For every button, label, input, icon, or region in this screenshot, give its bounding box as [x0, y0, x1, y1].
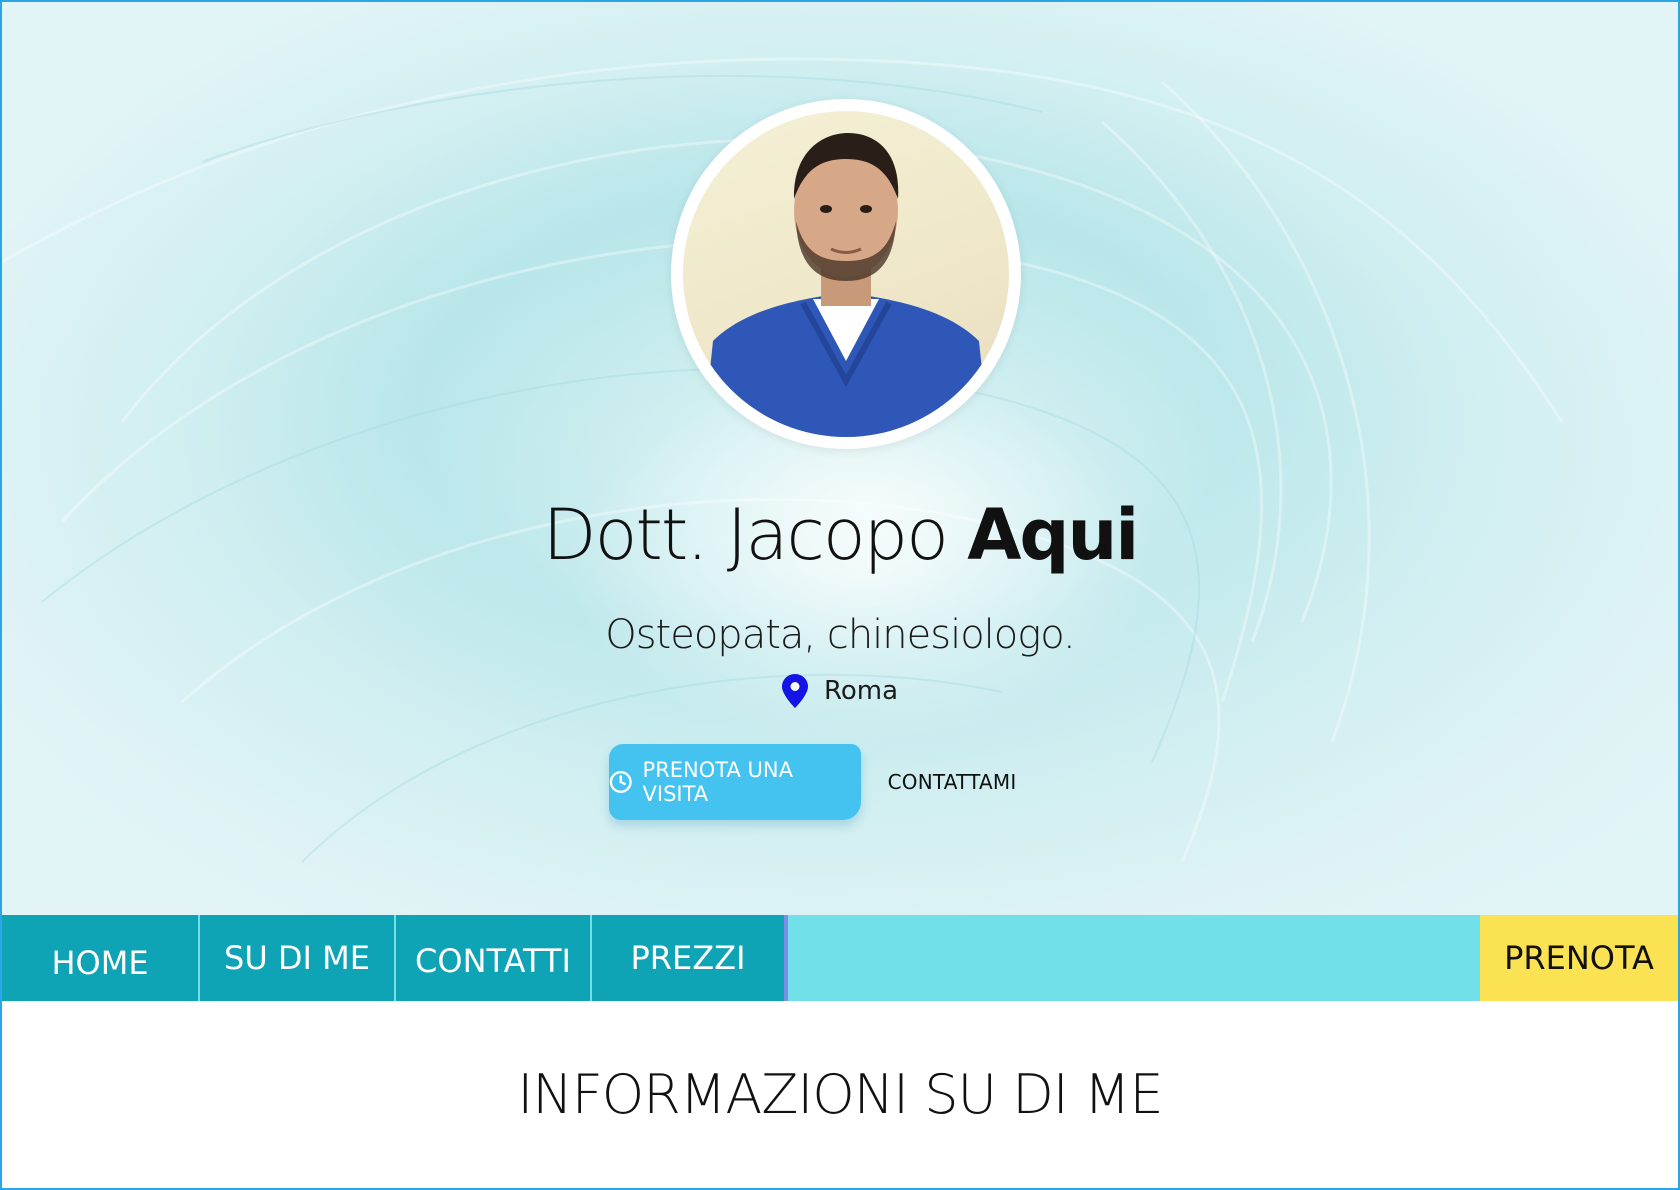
book-visit-button[interactable]: PRENOTA UNA VISITA: [609, 744, 861, 820]
location: Roma: [2, 674, 1678, 708]
profession-subtitle: Osteopata, chinesiologo.: [605, 612, 1076, 658]
doctor-last-name: Aqui: [967, 494, 1139, 576]
nav-book-button[interactable]: PRENOTA: [1480, 915, 1678, 1001]
nav-item-about[interactable]: SU DI ME: [200, 915, 394, 1001]
nav-item-prices[interactable]: PREZZI: [592, 915, 788, 1001]
location-text: Roma: [823, 676, 899, 706]
contact-me-button[interactable]: CONTATTAMI: [888, 764, 1017, 800]
map-pin-icon: [781, 674, 808, 708]
doctor-name: Dott. Jacopo Aqui: [2, 490, 1678, 580]
section-title: INFORMAZIONI SU DI ME: [517, 1063, 1163, 1126]
doctor-first-name: Dott. Jacopo: [542, 494, 949, 576]
profile-photo-frame: [671, 99, 1021, 449]
nav-item-contacts[interactable]: CONTATTI: [396, 915, 590, 1001]
nav-item-home[interactable]: HOME: [2, 915, 198, 1001]
hero-section: Dott. Jacopo Aqui Osteopata, chinesiolog…: [2, 2, 1678, 915]
profile-photo: [683, 111, 1009, 437]
book-visit-label: PRENOTA UNA VISITA: [642, 758, 793, 806]
page: Dott. Jacopo Aqui Osteopata, chinesiolog…: [0, 0, 1680, 1190]
clock-icon: [609, 771, 632, 793]
main-nav: HOME SU DI ME CONTATTI PREZZI PRENOTA: [2, 915, 1678, 1001]
